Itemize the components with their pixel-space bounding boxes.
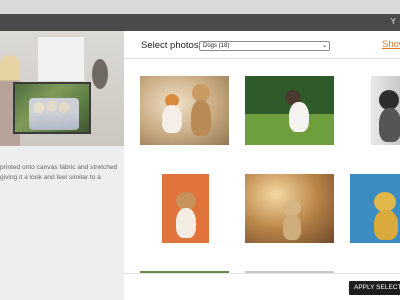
modal-header: Select photos Dogs (18) ⌄ Show — [124, 31, 400, 59]
dog-figure — [377, 90, 400, 142]
album-select[interactable]: Dogs (18) ⌄ — [199, 41, 330, 51]
photo-tile[interactable] — [350, 174, 400, 243]
photo-select-modal: Select photos Dogs (18) ⌄ Show — [124, 31, 400, 300]
album-select-value: Dogs (18) — [203, 43, 230, 49]
modal-title: Select photos — [141, 40, 199, 51]
dog-figure — [160, 94, 184, 134]
apply-selection-button[interactable]: APPLY SELECTI — [349, 281, 400, 295]
background-header-bar: Y — [0, 14, 400, 31]
dog-figure — [172, 192, 200, 240]
background-top-bar — [0, 0, 400, 14]
product-description: printed onto canvas fabric and stretched… — [0, 164, 118, 181]
room-window — [36, 35, 86, 83]
header-corner-text: Y — [390, 17, 396, 26]
show-link[interactable]: Show — [382, 39, 400, 50]
photo-tile[interactable] — [162, 174, 209, 243]
dog-figure — [372, 192, 400, 240]
product-hero-image — [0, 31, 124, 146]
chevron-down-icon: ⌄ — [321, 43, 327, 49]
canvas-print-image — [13, 82, 91, 134]
modal-footer: APPLY SELECTI — [124, 273, 400, 300]
wall-decoration — [92, 59, 108, 89]
photo-tile[interactable] — [371, 76, 400, 145]
photo-tile[interactable] — [140, 76, 229, 145]
dog-figure — [188, 84, 214, 136]
dog-figure — [283, 90, 313, 138]
photo-tile[interactable] — [245, 76, 334, 145]
photo-tile[interactable] — [245, 174, 334, 243]
dog-figure — [281, 200, 303, 240]
family-photo — [29, 98, 79, 130]
